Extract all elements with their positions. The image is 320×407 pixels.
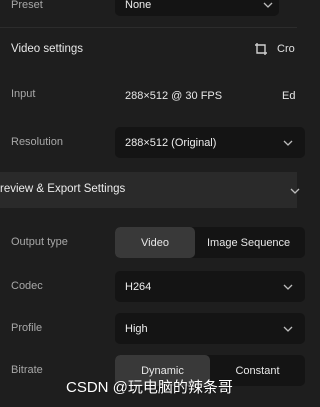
chevron-down-icon	[283, 140, 293, 146]
output-type-video-option[interactable]: Video	[115, 227, 195, 258]
profile-select[interactable]: High	[115, 313, 305, 344]
resolution-value: 288×512 (Original)	[125, 136, 217, 149]
codec-select[interactable]: H264	[115, 271, 305, 302]
chevron-down-icon	[283, 326, 293, 332]
codec-label: Codec	[11, 280, 43, 292]
chevron-down-icon	[290, 188, 300, 194]
preset-select[interactable]: None	[115, 0, 279, 16]
input-edit-button[interactable]: Ed	[282, 90, 295, 102]
input-label: Input	[11, 88, 36, 100]
chevron-down-icon	[263, 2, 273, 8]
crop-label: Cro	[277, 43, 295, 55]
resolution-label: Resolution	[11, 136, 63, 148]
divider	[0, 27, 297, 28]
preset-label: Preset	[11, 0, 43, 11]
input-value: 288×512 @ 30 FPS	[125, 90, 223, 102]
resolution-select[interactable]: 288×512 (Original)	[115, 127, 305, 158]
output-type-label: Output type	[11, 236, 68, 248]
export-settings-header[interactable]: review & Export Settings	[0, 172, 300, 208]
profile-value: High	[125, 322, 148, 335]
preset-value: None	[125, 0, 152, 11]
export-settings-title: review & Export Settings	[0, 183, 126, 195]
crop-icon	[255, 43, 267, 55]
output-type-image-sequence-option[interactable]: Image Sequence	[200, 227, 305, 258]
bitrate-label: Bitrate	[11, 364, 43, 376]
codec-value: H264	[125, 280, 152, 293]
csdn-watermark: CSDN @玩电脑的辣条哥	[66, 379, 233, 396]
profile-label: Profile	[11, 322, 43, 334]
output-type-segmented[interactable]: Video Image Sequence	[115, 227, 305, 258]
video-settings-title: Video settings	[11, 43, 84, 55]
crop-button[interactable]: Cro	[254, 41, 295, 57]
chevron-down-icon	[283, 284, 293, 290]
